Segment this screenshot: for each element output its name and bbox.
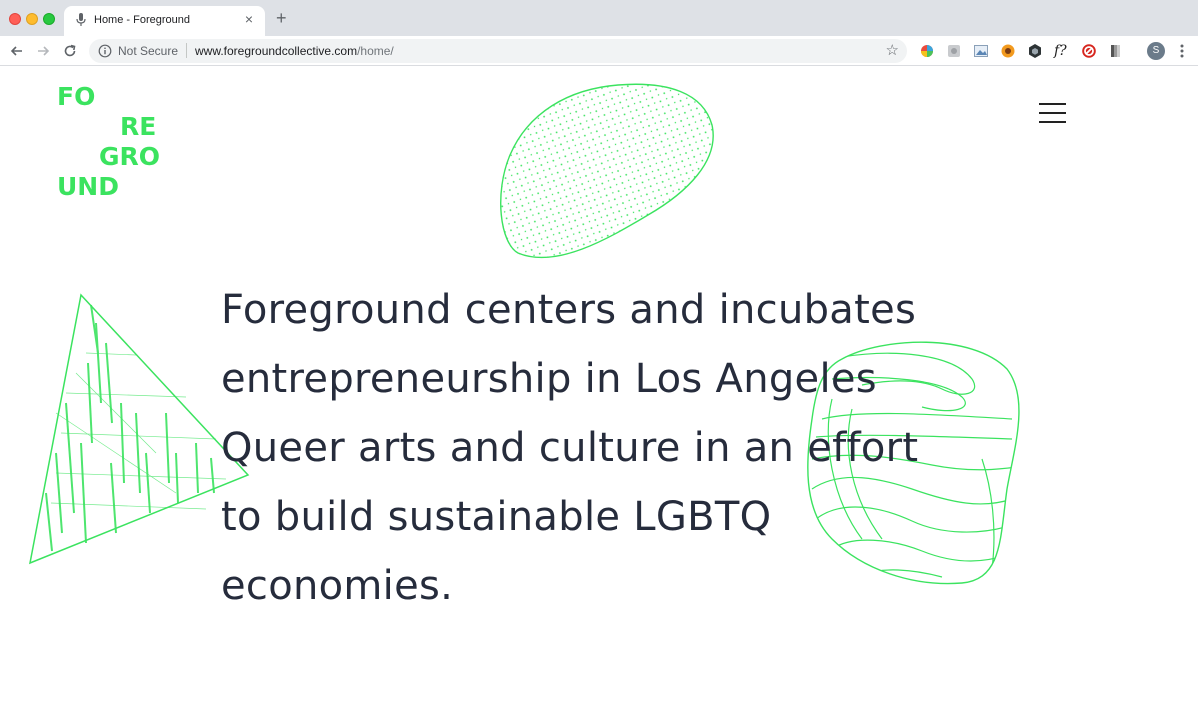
new-tab-button[interactable]: + (276, 9, 287, 27)
gray-extension-icon[interactable] (946, 43, 962, 59)
url-host: www.foregroundcollective.com (195, 44, 358, 58)
color-wheel-extension-icon[interactable] (919, 43, 935, 59)
back-arrow-icon[interactable] (8, 42, 26, 60)
scratched-triangle-graphic (29, 293, 250, 565)
hero-line-5: economies. (221, 563, 454, 609)
microphone-icon (76, 13, 86, 26)
maximize-window-button[interactable] (43, 13, 55, 25)
close-window-button[interactable] (9, 13, 21, 25)
hero-line-2: entrepreneurship in Los Angeles (221, 356, 877, 402)
tab-title: Home - Foreground (94, 14, 190, 26)
red-block-extension-icon[interactable] (1081, 43, 1097, 59)
hero-line-1: Foreground centers and incubates (221, 287, 917, 333)
hero-line-4: to build sustainable LGBTQ (221, 494, 772, 540)
tab-close-icon[interactable]: × (241, 11, 257, 27)
url-path: /home/ (357, 44, 394, 58)
browser-toolbar: Not Secure www.foregroundcollective.com/… (0, 36, 1198, 66)
profile-avatar[interactable]: S (1147, 42, 1165, 60)
font-extension-icon[interactable]: f? (1054, 43, 1070, 59)
address-bar[interactable]: Not Secure www.foregroundcollective.com/… (89, 39, 907, 63)
hamburger-menu-icon[interactable] (1039, 103, 1066, 123)
browser-tab-active[interactable]: Home - Foreground × (64, 6, 265, 36)
logo-line-4: UND (57, 172, 119, 201)
site-logo[interactable]: FO RE GRO UND (57, 82, 167, 202)
omnibox-divider (186, 43, 187, 58)
minimize-window-button[interactable] (26, 13, 38, 25)
browser-tab-strip: Home - Foreground × + (0, 0, 1198, 36)
logo-line-3: GRO (99, 142, 161, 171)
security-label: Not Secure (118, 44, 179, 58)
dotted-blob-graphic (500, 83, 714, 259)
hexagon-extension-icon[interactable] (1027, 43, 1043, 59)
hero-statement: Foreground centers and incubates entrepr… (221, 276, 981, 621)
reload-icon[interactable] (61, 42, 79, 60)
page-viewport: FO RE GRO UND Foreground centers and inc… (0, 67, 1198, 724)
hero-line-3: Queer arts and culture in an effort (221, 425, 919, 471)
gradient-extension-icon[interactable] (1108, 43, 1124, 59)
forward-arrow-icon[interactable] (34, 42, 52, 60)
logo-line-2: RE (120, 112, 157, 141)
sunflower-extension-icon[interactable] (1000, 43, 1016, 59)
more-menu-icon[interactable] (1180, 43, 1184, 59)
image-extension-icon[interactable] (973, 43, 989, 59)
url-text: www.foregroundcollective.com/home/ (195, 44, 394, 58)
logo-line-1: FO (57, 82, 96, 111)
info-icon[interactable] (98, 44, 112, 58)
bookmark-star-icon[interactable]: ☆ (886, 42, 899, 59)
